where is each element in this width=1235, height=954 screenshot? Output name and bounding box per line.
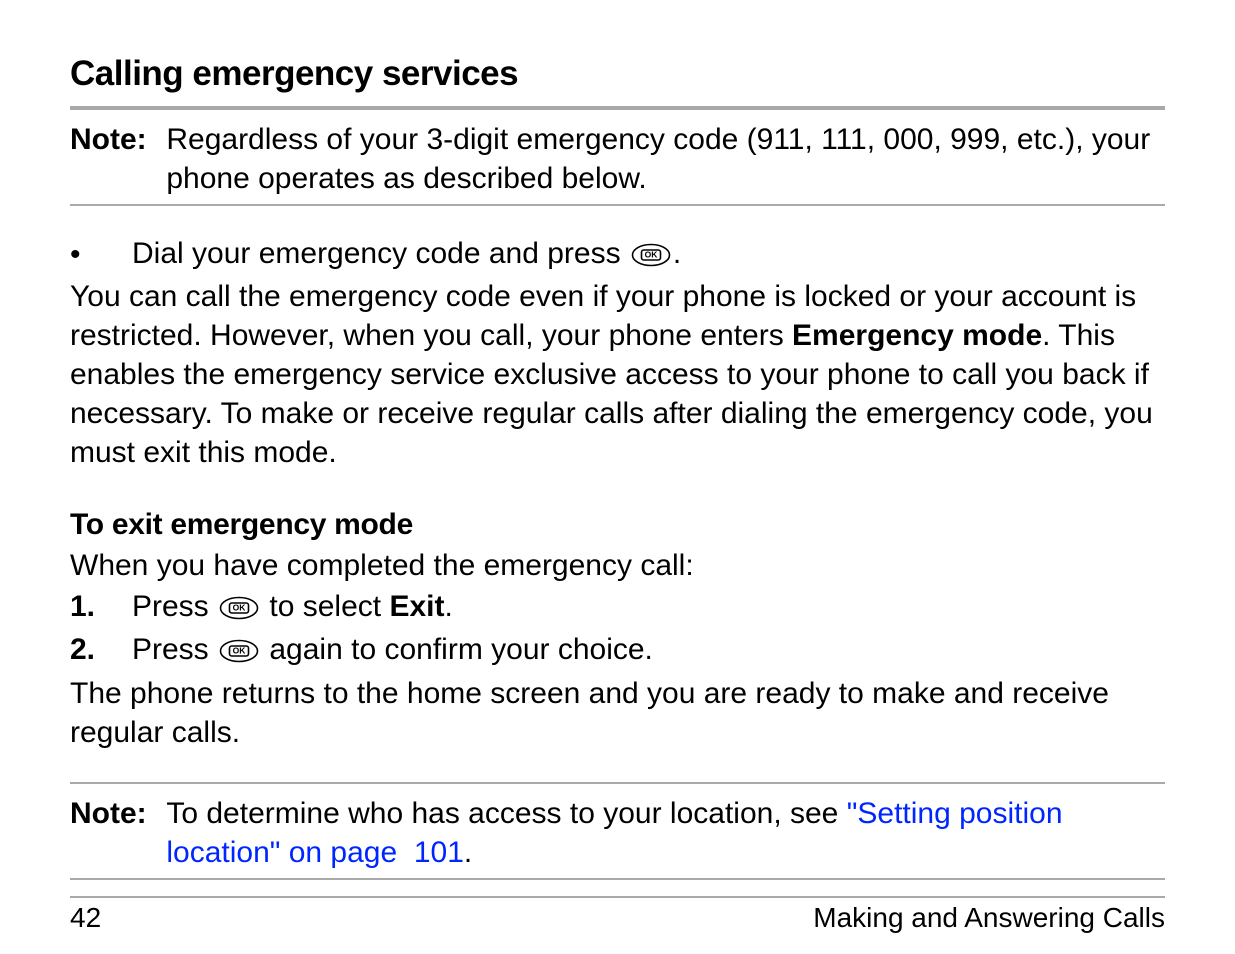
section-title: Calling emergency services: [70, 54, 1165, 94]
svg-text:OK: OK: [233, 645, 247, 655]
step-number: 2.: [70, 630, 132, 671]
bullet-marker: •: [70, 234, 132, 270]
note-box-1: Note: Regardless of your 3-digit emergen…: [70, 120, 1165, 198]
text-fragment: Press: [132, 633, 217, 666]
text-fragment: Press: [132, 590, 217, 623]
emergency-mode-label: Emergency mode: [792, 319, 1042, 352]
bullet-item: • Dial your emergency code and press OK.: [70, 234, 1165, 273]
divider-thin: [70, 878, 1165, 880]
list-item: 1. Press OK to select Exit.: [70, 587, 1165, 628]
text-fragment: To determine who has access to your loca…: [166, 797, 846, 830]
svg-text:OK: OK: [233, 603, 247, 613]
list-item: 2. Press OK again to confirm your choice…: [70, 630, 1165, 671]
text-fragment: .: [444, 590, 452, 623]
ok-button-icon: OK: [631, 243, 671, 267]
step-text: Press OK to select Exit.: [132, 587, 1165, 628]
ok-button-icon: OK: [219, 596, 259, 620]
note-label: Note:: [70, 120, 158, 159]
manual-page: Calling emergency services Note: Regardl…: [0, 0, 1235, 954]
divider-thin: [70, 204, 1165, 206]
text-fragment: to select: [261, 590, 389, 623]
text-fragment: .: [464, 836, 472, 869]
bullet-text: Dial your emergency code and press OK.: [132, 234, 1165, 273]
text-fragment: .: [673, 237, 681, 270]
note-body: Regardless of your 3-digit emergency cod…: [166, 120, 1161, 198]
text-fragment: again to confirm your choice.: [261, 633, 653, 666]
numbered-list: 1. Press OK to select Exit. 2. Press OK …: [70, 587, 1165, 670]
chapter-title: Making and Answering Calls: [813, 902, 1165, 934]
divider-thick: [70, 106, 1165, 110]
ok-button-icon: OK: [219, 639, 259, 663]
body-paragraph: You can call the emergency code even if …: [70, 277, 1165, 472]
intro-line: When you have completed the emergency ca…: [70, 546, 1165, 585]
footer-divider: [70, 896, 1165, 898]
page-footer: 42 Making and Answering Calls: [70, 902, 1165, 934]
text-fragment: Dial your emergency code and press: [132, 237, 629, 270]
sub-heading: To exit emergency mode: [70, 508, 1165, 542]
note-body: To determine who has access to your loca…: [166, 794, 1161, 872]
divider-thin: [70, 782, 1165, 784]
step-number: 1.: [70, 587, 132, 628]
page-number: 42: [70, 902, 101, 934]
step-text: Press OK again to confirm your choice.: [132, 630, 1165, 671]
exit-label: Exit: [389, 590, 444, 623]
body-paragraph: The phone returns to the home screen and…: [70, 674, 1165, 752]
note-label: Note:: [70, 794, 158, 833]
svg-text:OK: OK: [645, 250, 659, 260]
note-box-2: Note: To determine who has access to you…: [70, 794, 1165, 872]
